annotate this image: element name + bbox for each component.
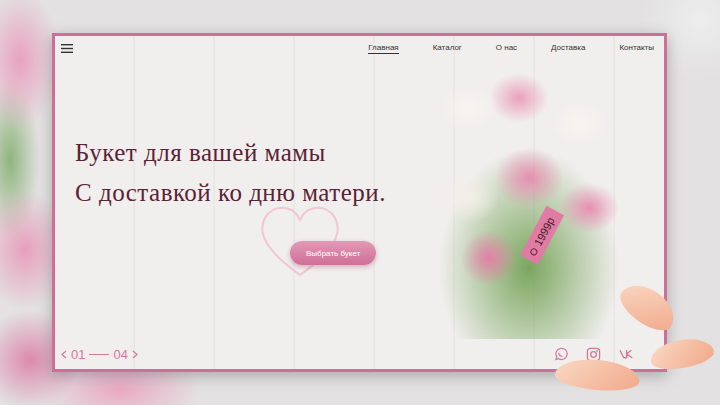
- chevron-left-icon[interactable]: [61, 350, 67, 359]
- headline: Букет для вашей мамыС доставкой ко дню м…: [75, 133, 409, 213]
- vk-icon[interactable]: [619, 348, 636, 360]
- nav: Главная Каталог О нас Доставка Контакты: [368, 43, 654, 54]
- nav-item[interactable]: Каталог: [433, 43, 462, 54]
- whatsapp-icon[interactable]: [553, 347, 568, 362]
- menu-icon[interactable]: [61, 44, 73, 53]
- pagination: 01 04: [61, 347, 138, 362]
- headline-line: Букет для вашей мамы: [75, 133, 409, 173]
- nav-item[interactable]: Главная: [368, 43, 398, 54]
- nav-item[interactable]: О нас: [496, 43, 517, 54]
- page: Главная Каталог О нас Доставка Контакты Буке…: [0, 0, 720, 405]
- heart-icon: [255, 200, 345, 280]
- hero-card: Главная Каталог О нас Доставка Контакты Буке…: [52, 33, 667, 372]
- pager-line: [89, 354, 109, 355]
- chevron-right-icon[interactable]: [132, 350, 138, 359]
- bouquet-photo: [409, 68, 656, 339]
- header: Главная Каталог О нас Доставка Контакты: [55, 36, 664, 60]
- current-page: 01: [71, 347, 85, 362]
- hero-text: Букет для вашей мамыС доставкой ко дню м…: [55, 60, 409, 339]
- nav-item[interactable]: Контакты: [619, 43, 654, 54]
- choose-bouquet-button[interactable]: Выбрать букет: [290, 241, 376, 265]
- total-pages: 04: [113, 347, 127, 362]
- nav-item[interactable]: Доставка: [551, 43, 585, 54]
- tag-hole: [529, 247, 538, 256]
- headline-line: С доставкой ко дню матери.: [75, 173, 409, 213]
